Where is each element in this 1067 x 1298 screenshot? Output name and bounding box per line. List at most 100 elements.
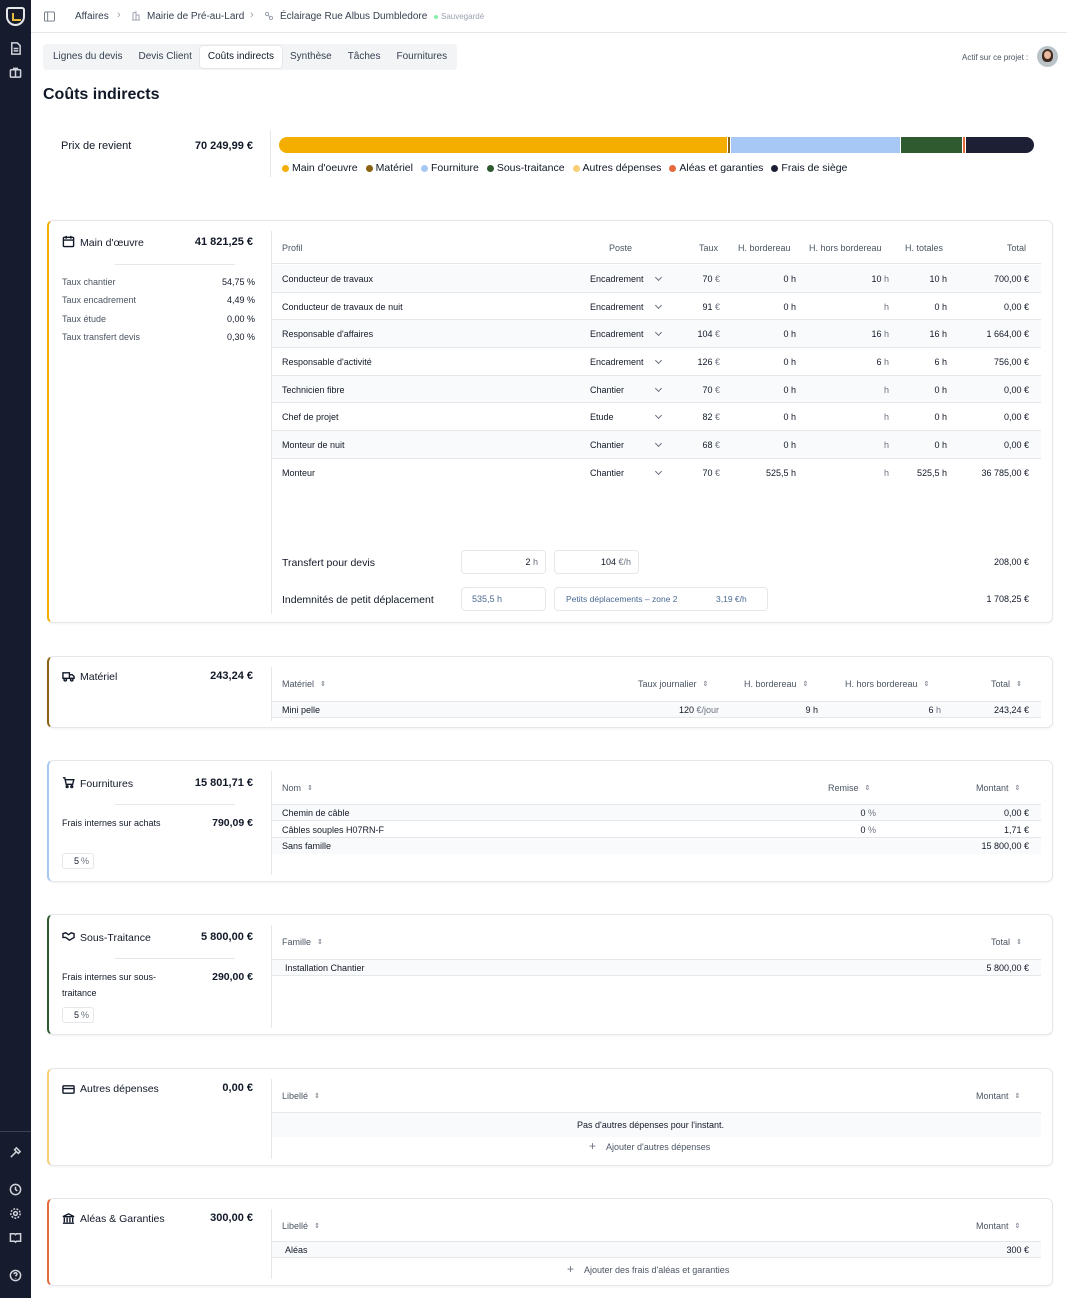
table-row[interactable]: Conducteur de travaux de nuit Encadrement…: [272, 293, 1041, 320]
document-icon[interactable]: [8, 42, 23, 57]
project-icon: [264, 11, 274, 21]
col-famille-label: Famille: [282, 937, 312, 947]
add-autres-link[interactable]: + Ajouter d'autres dépenses: [589, 1139, 710, 1153]
app-logo-icon[interactable]: [6, 7, 25, 26]
autres-title: Autres dépenses: [80, 1083, 159, 1095]
gear-icon[interactable]: [8, 1207, 23, 1222]
col-materiel[interactable]: Matériel ⇕: [282, 679, 326, 689]
tab-fournitures[interactable]: Fournitures: [389, 46, 456, 68]
table-row[interactable]: Installation Chantier 5 800,00 €: [272, 960, 1041, 976]
table-row[interactable]: Aléas 300 €: [272, 1242, 1041, 1258]
col-h-hors-bordereau[interactable]: H. hors bordereau ⇕: [845, 679, 929, 689]
book-icon[interactable]: [8, 1231, 23, 1246]
col-libelle[interactable]: Libellé ⇕: [282, 1091, 320, 1101]
poste-value: Encadrement: [590, 329, 644, 339]
table-row[interactable]: Mini pelle 120 €/jour 9 h 6 h 243,24 €: [272, 702, 1041, 718]
table-row[interactable]: Technicien fibre Chantier 70 €0 h h0 h 0,00…: [272, 376, 1041, 403]
hhb-input[interactable]: 6 h: [822, 357, 889, 367]
taux-input[interactable]: 70 €: [668, 385, 720, 395]
poste-select[interactable]: Etude: [590, 411, 663, 422]
poste-select[interactable]: Chantier: [590, 384, 663, 395]
poste-select[interactable]: Encadrement: [590, 356, 663, 367]
taux-input[interactable]: 104 €: [668, 329, 720, 339]
table-row[interactable]: Monteur de nuit Chantier 68 €0 h h0 h 0,00 …: [272, 431, 1041, 459]
col-montant[interactable]: Montant ⇕: [976, 1091, 1020, 1101]
table-row[interactable]: Responsable d'activité Encadrement 126 €0 …: [272, 348, 1041, 376]
remise-input[interactable]: 0 %: [832, 808, 876, 818]
indemnites-zone-select[interactable]: Petits déplacements – zone 2 3,19 €/h: [554, 587, 768, 611]
breadcrumb-project[interactable]: Éclairage Rue Albus Dumbledore: [280, 11, 427, 22]
transfert-label: Transfert pour devis: [282, 557, 375, 569]
indemnites-hours-input[interactable]: 535,5 h: [461, 587, 546, 611]
briefcase-icon[interactable]: [8, 66, 23, 81]
hb-value: 0 h: [783, 440, 796, 450]
autres-depenses-card: Autres dépenses 0,00 € Libellé ⇕ Montant ⇕…: [47, 1068, 1053, 1166]
col-remise[interactable]: Remise ⇕: [828, 783, 870, 793]
col-famille[interactable]: Famille ⇕: [282, 937, 323, 947]
hhb-input[interactable]: h: [822, 468, 889, 478]
clock-icon[interactable]: [8, 1183, 23, 1198]
help-icon[interactable]: [8, 1269, 23, 1284]
tab-devis-client[interactable]: Devis Client: [131, 46, 200, 68]
tools-icon[interactable]: [8, 1146, 23, 1161]
breadcrumb-affaires[interactable]: Affaires: [75, 11, 109, 22]
poste-select[interactable]: Chantier: [590, 439, 663, 450]
col-total[interactable]: Total ⇕: [991, 937, 1022, 947]
poste-select[interactable]: Encadrement: [590, 273, 663, 284]
table-row[interactable]: Monteur Chantier 70 €525,5 h h 525,5 h 36 78…: [272, 459, 1041, 487]
page-title: Coûts indirects: [43, 86, 160, 103]
tab-lignes-du-devis[interactable]: Lignes du devis: [45, 46, 131, 68]
taux-input[interactable]: 82 €: [668, 412, 720, 422]
remise-input[interactable]: 0 %: [832, 825, 876, 835]
poste-select[interactable]: Chantier: [590, 467, 663, 478]
col-nom[interactable]: Nom ⇕: [282, 783, 313, 793]
hhb-input[interactable]: h: [822, 412, 889, 422]
hhb-input[interactable]: h: [822, 385, 889, 395]
hhb-input[interactable]: 16 h: [822, 329, 889, 339]
materiel-hhb[interactable]: 6 h: [882, 705, 941, 715]
table-row[interactable]: Responsable d'affaires Encadrement 104 €0 …: [272, 320, 1041, 348]
tab-taches[interactable]: Tâches: [340, 46, 389, 68]
poste-select[interactable]: Encadrement: [590, 328, 663, 339]
table-row[interactable]: Sans famille 15 800,00 €: [272, 838, 1041, 854]
profil-name: Conducteur de travaux de nuit: [282, 302, 403, 312]
frais-st-pct-input[interactable]: 5%: [62, 1007, 94, 1023]
poste-value: Encadrement: [590, 302, 644, 312]
transfert-rate-input[interactable]: 104 €/h: [554, 550, 639, 574]
rate-value: 4,49 %: [226, 295, 255, 305]
col-libelle[interactable]: Libellé ⇕: [282, 1221, 320, 1231]
col-montant[interactable]: Montant ⇕: [976, 1221, 1020, 1231]
col-taux-journalier[interactable]: Taux journalier ⇕: [638, 679, 708, 689]
table-row[interactable]: Câbles souples H07RN-F 0 % 1,71 €: [272, 822, 1041, 838]
add-aleas-link[interactable]: + Ajouter des frais d'aléas et garanties: [567, 1262, 729, 1276]
table-row[interactable]: Conducteur de travaux Encadrement 70 €0 h1…: [272, 265, 1041, 293]
taux-input[interactable]: 91 €: [668, 302, 720, 312]
col-h-bordereau[interactable]: H. bordereau ⇕: [744, 679, 808, 689]
materiel-taux[interactable]: 120 €/jour: [642, 705, 719, 715]
col-nom-label: Nom: [282, 783, 302, 793]
col-total[interactable]: Total ⇕: [991, 679, 1022, 689]
avatar[interactable]: [1037, 46, 1058, 67]
taux-input[interactable]: 126 €: [668, 357, 720, 367]
col-montant[interactable]: Montant ⇕: [976, 783, 1020, 793]
poste-select[interactable]: Encadrement: [590, 301, 663, 312]
chevron-down-icon: [654, 384, 663, 393]
hhb-input[interactable]: 10 h: [822, 274, 889, 284]
col-h-hors-bordereau: H. hors bordereau: [809, 243, 882, 253]
frais-achats-pct-input[interactable]: 5%: [62, 853, 94, 869]
taux-input[interactable]: 68 €: [668, 440, 720, 450]
ht-value: 0 h: [934, 302, 947, 312]
hhb-input[interactable]: h: [822, 440, 889, 450]
transfert-hours-input[interactable]: 2 h: [461, 550, 546, 574]
hhb-input[interactable]: h: [822, 302, 889, 312]
sidebar-toggle-icon[interactable]: [44, 11, 55, 22]
taux-input[interactable]: 70 €: [668, 468, 720, 478]
taux-input[interactable]: 70 €: [668, 274, 720, 284]
table-row[interactable]: Chemin de câble 0 % 0,00 €: [272, 805, 1041, 821]
sort-icon: ⇕: [864, 785, 871, 792]
tab-couts-indirects[interactable]: Coûts indirects: [199, 46, 282, 68]
hhb-value: 6: [876, 357, 882, 367]
table-row[interactable]: Chef de projet Etude 82 €0 h h0 h 0,00 €: [272, 403, 1041, 431]
breadcrumb-client[interactable]: Mairie de Pré-au-Lard: [147, 11, 244, 22]
tab-synthese[interactable]: Synthèse: [282, 46, 340, 68]
